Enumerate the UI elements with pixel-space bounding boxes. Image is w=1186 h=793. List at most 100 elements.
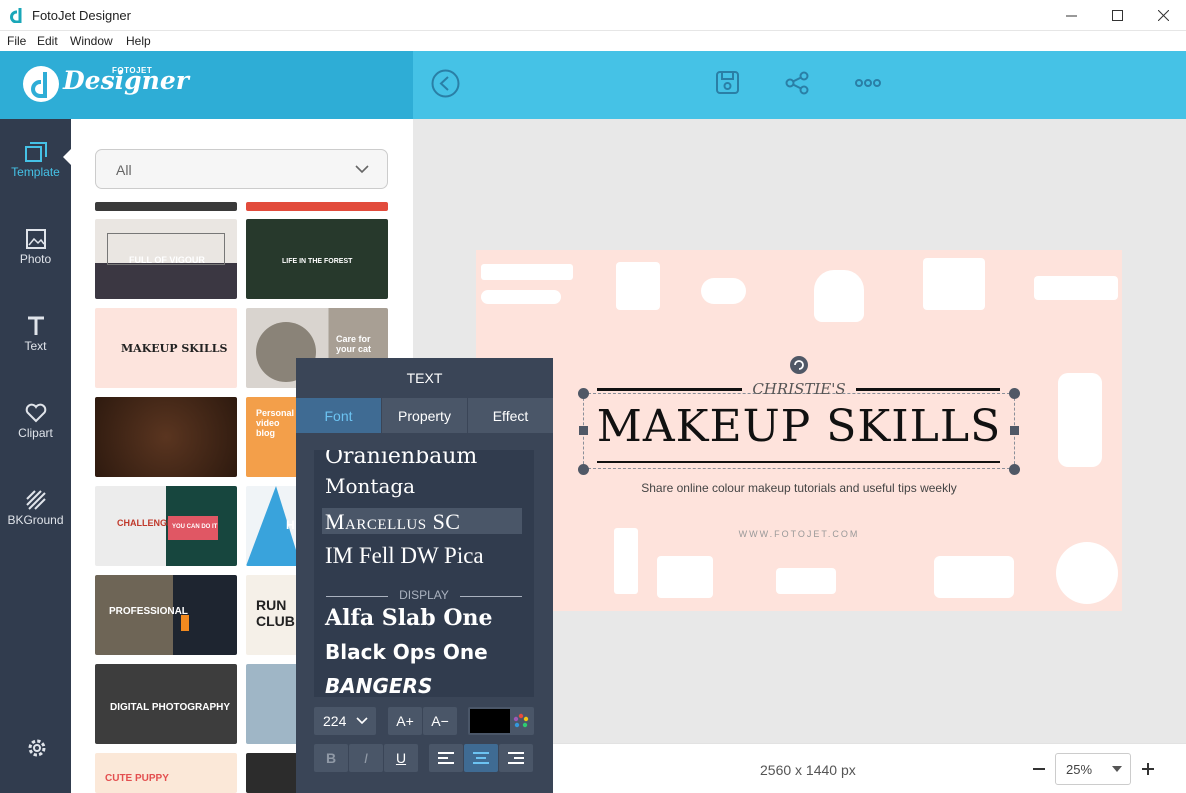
sidebar-item-label: Template xyxy=(11,164,60,179)
sidebar-item-label: Text xyxy=(24,338,47,353)
minimize-button[interactable] xyxy=(1048,0,1094,31)
italic-button[interactable]: I xyxy=(349,744,383,772)
font-list[interactable]: Oranienbaum Montaga Marcellus SC IM Fell… xyxy=(314,450,534,697)
template-text: LIFE IN THE FOREST xyxy=(282,258,353,265)
more-icon[interactable] xyxy=(855,78,881,88)
minimize-icon xyxy=(1065,15,1077,17)
tab-effect[interactable]: Effect xyxy=(468,398,553,433)
sidebar-item-label: Photo xyxy=(19,251,52,266)
save-icon[interactable] xyxy=(716,71,739,94)
background-icon xyxy=(25,489,46,510)
template-thumbnail[interactable] xyxy=(246,202,388,211)
kicker-rule-left xyxy=(597,388,742,391)
template-thumbnail[interactable]: CHALLENGE YOU CAN DO IT xyxy=(95,486,237,566)
dropdown-value: All xyxy=(116,162,132,178)
section-rule xyxy=(460,596,522,597)
maximize-icon xyxy=(1111,10,1123,21)
zoom-out-icon[interactable] xyxy=(1033,768,1045,771)
template-text: H xyxy=(286,518,295,532)
decrease-size-button[interactable]: A− xyxy=(423,707,457,735)
close-window-button[interactable] xyxy=(1140,0,1186,31)
underline-button[interactable]: U xyxy=(384,744,418,772)
caret-down-icon xyxy=(1112,766,1122,772)
align-center-button[interactable] xyxy=(464,744,498,772)
template-text: Care for your cat xyxy=(336,334,372,354)
maximize-button[interactable] xyxy=(1094,0,1140,31)
sidebar-item-label: BKGround xyxy=(7,512,64,527)
font-option[interactable]: Montaga xyxy=(325,474,415,498)
share-icon[interactable] xyxy=(785,71,809,95)
canvas-dimensions: 2560 x 1440 px xyxy=(760,762,856,778)
gear-icon[interactable] xyxy=(26,737,48,759)
sidebar-item-background[interactable]: BKGround xyxy=(0,473,71,543)
zoom-in-icon[interactable] xyxy=(1142,763,1154,775)
font-size-select[interactable]: 224 xyxy=(314,707,376,735)
sidebar-item-label: Clipart xyxy=(18,425,53,440)
tab-font[interactable]: Font xyxy=(296,398,381,433)
design-canvas[interactable]: CHRISTIE'S MAKEUP SKILLS Share online co… xyxy=(476,250,1122,611)
menu-help[interactable]: Help xyxy=(126,34,151,48)
resize-handle[interactable] xyxy=(578,464,589,475)
active-pointer xyxy=(63,148,72,166)
design-subtitle[interactable]: Share online colour makeup tutorials and… xyxy=(476,481,1122,495)
align-right-button[interactable] xyxy=(499,744,533,772)
template-thumbnail[interactable]: DIGITAL PHOTOGRAPHY xyxy=(95,664,237,744)
sidebar-item-clipart[interactable]: Clipart xyxy=(0,386,71,456)
rotate-icon[interactable] xyxy=(789,355,809,375)
resize-handle[interactable] xyxy=(578,388,589,399)
app-logo-icon xyxy=(10,8,22,23)
template-text: MAKEUP SKILLS xyxy=(121,342,228,355)
font-option[interactable]: Alfa Slab One xyxy=(325,605,493,631)
font-option-selected[interactable]: Marcellus SC xyxy=(325,509,460,535)
text-icon xyxy=(27,316,44,335)
text-panel-title: TEXT xyxy=(406,370,443,386)
color-swatch xyxy=(470,709,510,733)
template-text: FULL OF VIGOUR xyxy=(129,255,205,265)
template-thumbnail[interactable] xyxy=(95,202,237,211)
sidebar-item-photo[interactable]: Photo xyxy=(0,212,71,282)
section-rule xyxy=(326,596,388,597)
menu-window[interactable]: Window xyxy=(70,34,113,48)
font-option[interactable]: IM Fell DW Pica xyxy=(325,543,484,569)
template-thumbnail[interactable]: MAKEUP SKILLS xyxy=(95,308,237,388)
template-thumbnail[interactable] xyxy=(95,397,237,477)
brand-wordmark: Designer xyxy=(63,66,189,95)
template-text: YOU CAN DO IT xyxy=(172,524,218,530)
font-size-value: 224 xyxy=(323,713,347,729)
template-text: CUTE PUPPY xyxy=(105,773,169,784)
bold-button[interactable]: B xyxy=(314,744,348,772)
kicker-rule-right xyxy=(856,388,1000,391)
photo-icon xyxy=(25,228,46,249)
zoom-dropdown[interactable]: 25% xyxy=(1055,753,1131,785)
template-thumbnail[interactable]: PROFESSIONAL xyxy=(95,575,237,655)
chevron-down-icon xyxy=(356,717,368,725)
template-icon xyxy=(24,141,47,162)
text-panel: TEXT Font Property Effect Oranienbaum Mo… xyxy=(296,358,553,793)
design-title[interactable]: MAKEUP SKILLS xyxy=(586,401,1012,452)
font-section-label: DISPLAY xyxy=(399,588,449,602)
resize-handle[interactable] xyxy=(1009,464,1020,475)
sidebar-item-text[interactable]: Text xyxy=(0,299,71,369)
design-website[interactable]: WWW.FOTOJET.COM xyxy=(476,529,1122,539)
template-thumbnail[interactable]: LIFE IN THE FOREST xyxy=(246,219,388,299)
align-right-icon xyxy=(508,752,524,764)
design-kicker[interactable]: CHRISTIE'S xyxy=(742,380,856,398)
menu-file[interactable]: File xyxy=(7,34,26,48)
category-dropdown[interactable]: All xyxy=(95,149,388,189)
align-center-icon xyxy=(473,752,489,764)
tab-property[interactable]: Property xyxy=(382,398,467,433)
align-left-button[interactable] xyxy=(429,744,463,772)
close-icon xyxy=(1157,10,1169,21)
font-option[interactable]: Black Ops One xyxy=(325,640,488,664)
back-circle-icon[interactable] xyxy=(431,69,460,98)
menu-edit[interactable]: Edit xyxy=(37,34,58,48)
resize-handle[interactable] xyxy=(1009,388,1020,399)
font-option[interactable]: Oranienbaum xyxy=(325,450,477,469)
increase-size-button[interactable]: A+ xyxy=(388,707,422,735)
color-picker[interactable] xyxy=(468,707,534,735)
template-text: CHALLENGE xyxy=(117,518,173,528)
template-thumbnail[interactable]: CUTE PUPPY xyxy=(95,753,237,793)
sidebar-item-template[interactable]: Template xyxy=(0,125,71,195)
template-thumbnail[interactable]: FULL OF VIGOUR xyxy=(95,219,237,299)
font-option[interactable]: BANGERS xyxy=(325,674,432,697)
